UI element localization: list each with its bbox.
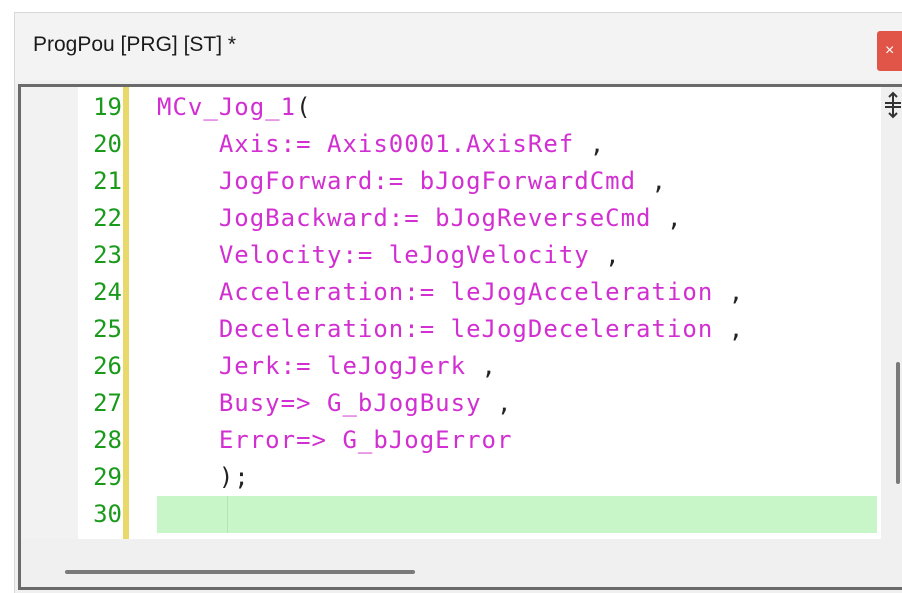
line-number: 20: [93, 130, 122, 158]
code-text[interactable]: Jerk:= leJogJerk ,: [157, 348, 497, 385]
line-number: 22: [93, 204, 122, 232]
code-line[interactable]: 20 Axis:= Axis0001.AxisRef ,: [21, 126, 881, 163]
code-text[interactable]: JogBackward:= bJogReverseCmd ,: [157, 200, 682, 237]
line-number: 26: [93, 352, 122, 380]
pou-editor-window: ProgPou [PRG] [ST] * × 19 MCv_Jog_1(20 Ax…: [14, 12, 902, 593]
code-line[interactable]: 27 Busy=> G_bJogBusy ,: [21, 385, 881, 422]
code-line[interactable]: 28 Error=> G_bJogError: [21, 422, 881, 459]
line-number: 24: [93, 278, 122, 306]
editor-tab-header[interactable]: ProgPou [PRG] [ST] * ×: [15, 13, 902, 81]
code-text[interactable]: Axis:= Axis0001.AxisRef ,: [157, 126, 605, 163]
code-text[interactable]: Velocity:= leJogVelocity ,: [157, 237, 621, 274]
code-line[interactable]: 19 MCv_Jog_1(: [21, 89, 881, 126]
line-number: 27: [93, 389, 122, 417]
code-line[interactable]: 22 JogBackward:= bJogReverseCmd ,: [21, 200, 881, 237]
code-text[interactable]: Acceleration:= leJogAcceleration ,: [157, 274, 744, 311]
line-number: 19: [93, 93, 122, 121]
code-text[interactable]: Deceleration:= leJogDeceleration ,: [157, 311, 744, 348]
window-title: ProgPou [PRG] [ST] *: [33, 33, 237, 56]
code-text[interactable]: );: [157, 459, 250, 496]
line-number: 29: [93, 463, 122, 491]
code-text[interactable]: JogForward:= bJogForwardCmd ,: [157, 163, 667, 200]
code-text[interactable]: Busy=> G_bJogBusy ,: [157, 385, 512, 422]
close-icon[interactable]: ×: [877, 31, 902, 71]
code-line[interactable]: 21 JogForward:= bJogForwardCmd ,: [21, 163, 881, 200]
current-line-highlight: [157, 496, 877, 533]
indent-guide: [227, 496, 228, 533]
code-line[interactable]: 24 Acceleration:= leJogAcceleration ,: [21, 274, 881, 311]
line-number: 23: [93, 241, 122, 269]
code-line[interactable]: 30: [21, 496, 881, 533]
horizontal-scrollbar[interactable]: [21, 539, 902, 587]
code-line[interactable]: 25 Deceleration:= leJogDeceleration ,: [21, 311, 881, 348]
line-number: 25: [93, 315, 122, 343]
code-line[interactable]: 29 );: [21, 459, 881, 496]
horizontal-scroll-thumb[interactable]: [65, 570, 415, 574]
editor-frame: 19 MCv_Jog_1(20 Axis:= Axis0001.AxisRef ,…: [18, 84, 902, 590]
line-number: 28: [93, 426, 122, 454]
line-number: 21: [93, 167, 122, 195]
code-text[interactable]: Error=> G_bJogError: [157, 422, 512, 459]
split-handle-icon[interactable]: [881, 91, 902, 119]
code-line[interactable]: 23 Velocity:= leJogVelocity ,: [21, 237, 881, 274]
vertical-scroll-thumb[interactable]: [896, 362, 900, 484]
line-number: 30: [93, 500, 122, 528]
code-line[interactable]: 26 Jerk:= leJogJerk ,: [21, 348, 881, 385]
code-editor[interactable]: 19 MCv_Jog_1(20 Axis:= Axis0001.AxisRef ,…: [21, 87, 881, 539]
code-text[interactable]: MCv_Jog_1(: [157, 89, 312, 126]
